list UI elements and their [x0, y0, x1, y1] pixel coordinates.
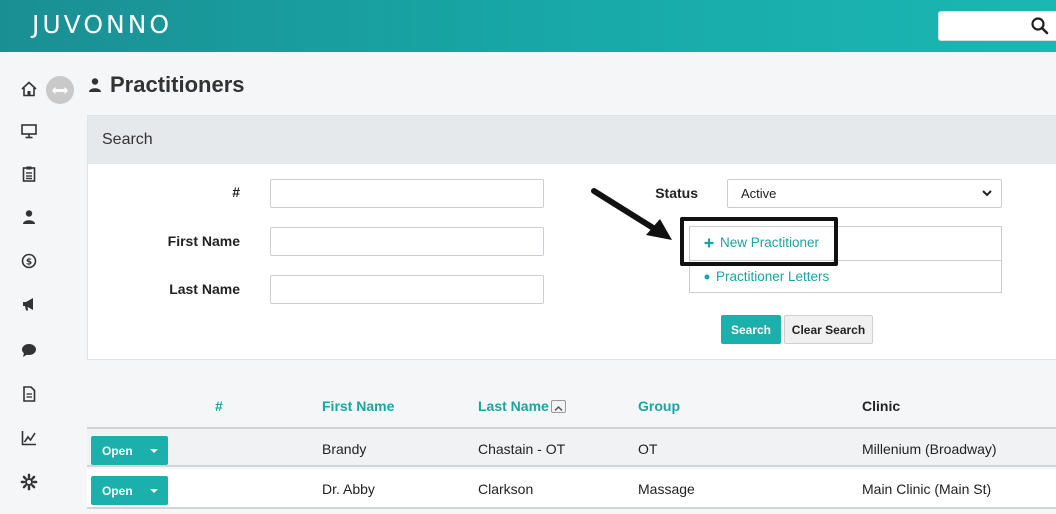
annotation-highlight-box	[680, 217, 838, 266]
top-header: JUVONNO	[0, 0, 1056, 52]
status-select[interactable]: Active	[727, 179, 1002, 208]
monitor-icon[interactable]	[20, 122, 38, 140]
last-name-label: Last Name	[169, 281, 240, 297]
practitioners-icon	[89, 78, 101, 92]
cell-clinic: Millenium (Broadway)	[862, 441, 997, 457]
sort-ascending-icon[interactable]	[550, 399, 566, 413]
cell-first-name: Dr. Abby	[322, 481, 375, 497]
practitioner-letters-link[interactable]: Practitioner Letters	[704, 269, 829, 284]
status-selected-value: Active	[741, 186, 777, 201]
annotation-arrow-icon	[591, 188, 672, 240]
column-header-last-name-label: Last Name	[478, 398, 549, 414]
first-name-input[interactable]	[270, 227, 544, 256]
cell-clinic: Main Clinic (Main St)	[862, 481, 992, 497]
open-button[interactable]: Open	[91, 476, 168, 505]
expand-arrows-icon	[51, 86, 69, 94]
clipboard-icon[interactable]	[20, 165, 38, 183]
table-row: Open Brandy Chastain - OT OT Millenium (…	[87, 427, 1056, 467]
chat-icon[interactable]	[20, 341, 38, 359]
gear-icon[interactable]	[20, 473, 38, 491]
last-name-input[interactable]	[270, 275, 544, 304]
megaphone-icon[interactable]	[20, 295, 38, 313]
clear-search-button[interactable]: Clear Search	[784, 315, 873, 344]
search-button[interactable]: Search	[721, 315, 781, 344]
number-label: #	[232, 184, 240, 200]
column-header-group[interactable]: Group	[638, 398, 680, 414]
table-row: Open Dr. Abby Clarkson Massage Main Clin…	[87, 469, 1056, 509]
app-logo[interactable]: JUVONNO	[32, 10, 172, 39]
svg-text:$: $	[26, 258, 32, 268]
caret-down-icon[interactable]	[150, 489, 158, 493]
search-icon[interactable]	[1030, 16, 1050, 36]
cell-last-name: Clarkson	[478, 481, 534, 497]
search-panel-header: Search	[88, 116, 1056, 164]
column-header-clinic: Clinic	[862, 398, 901, 414]
document-icon[interactable]	[20, 385, 38, 403]
page-header: Practitioners	[86, 72, 245, 98]
open-button[interactable]: Open	[91, 436, 168, 465]
left-sidebar: $	[0, 52, 62, 514]
bullet-icon	[704, 274, 710, 279]
cell-first-name: Brandy	[322, 441, 367, 457]
column-header-first-name[interactable]: First Name	[322, 398, 394, 414]
cell-group: OT	[638, 441, 658, 457]
practitioners-icon[interactable]	[20, 208, 38, 226]
sidebar-toggle-button[interactable]	[46, 76, 74, 104]
first-name-label: First Name	[167, 233, 240, 249]
caret-down-icon[interactable]	[150, 449, 158, 453]
page-title: Practitioners	[110, 72, 245, 97]
practitioner-letters-label: Practitioner Letters	[716, 269, 830, 284]
cell-last-name: Chastain - OT	[478, 441, 566, 457]
reports-icon[interactable]	[20, 429, 38, 447]
column-header-last-name[interactable]: Last Name	[478, 398, 566, 414]
billing-icon[interactable]: $	[20, 252, 38, 270]
column-header-number[interactable]: #	[215, 398, 223, 414]
home-icon[interactable]	[20, 80, 38, 98]
chevron-down-icon	[982, 190, 992, 197]
number-input[interactable]	[270, 179, 544, 208]
cell-group: Massage	[638, 481, 695, 497]
